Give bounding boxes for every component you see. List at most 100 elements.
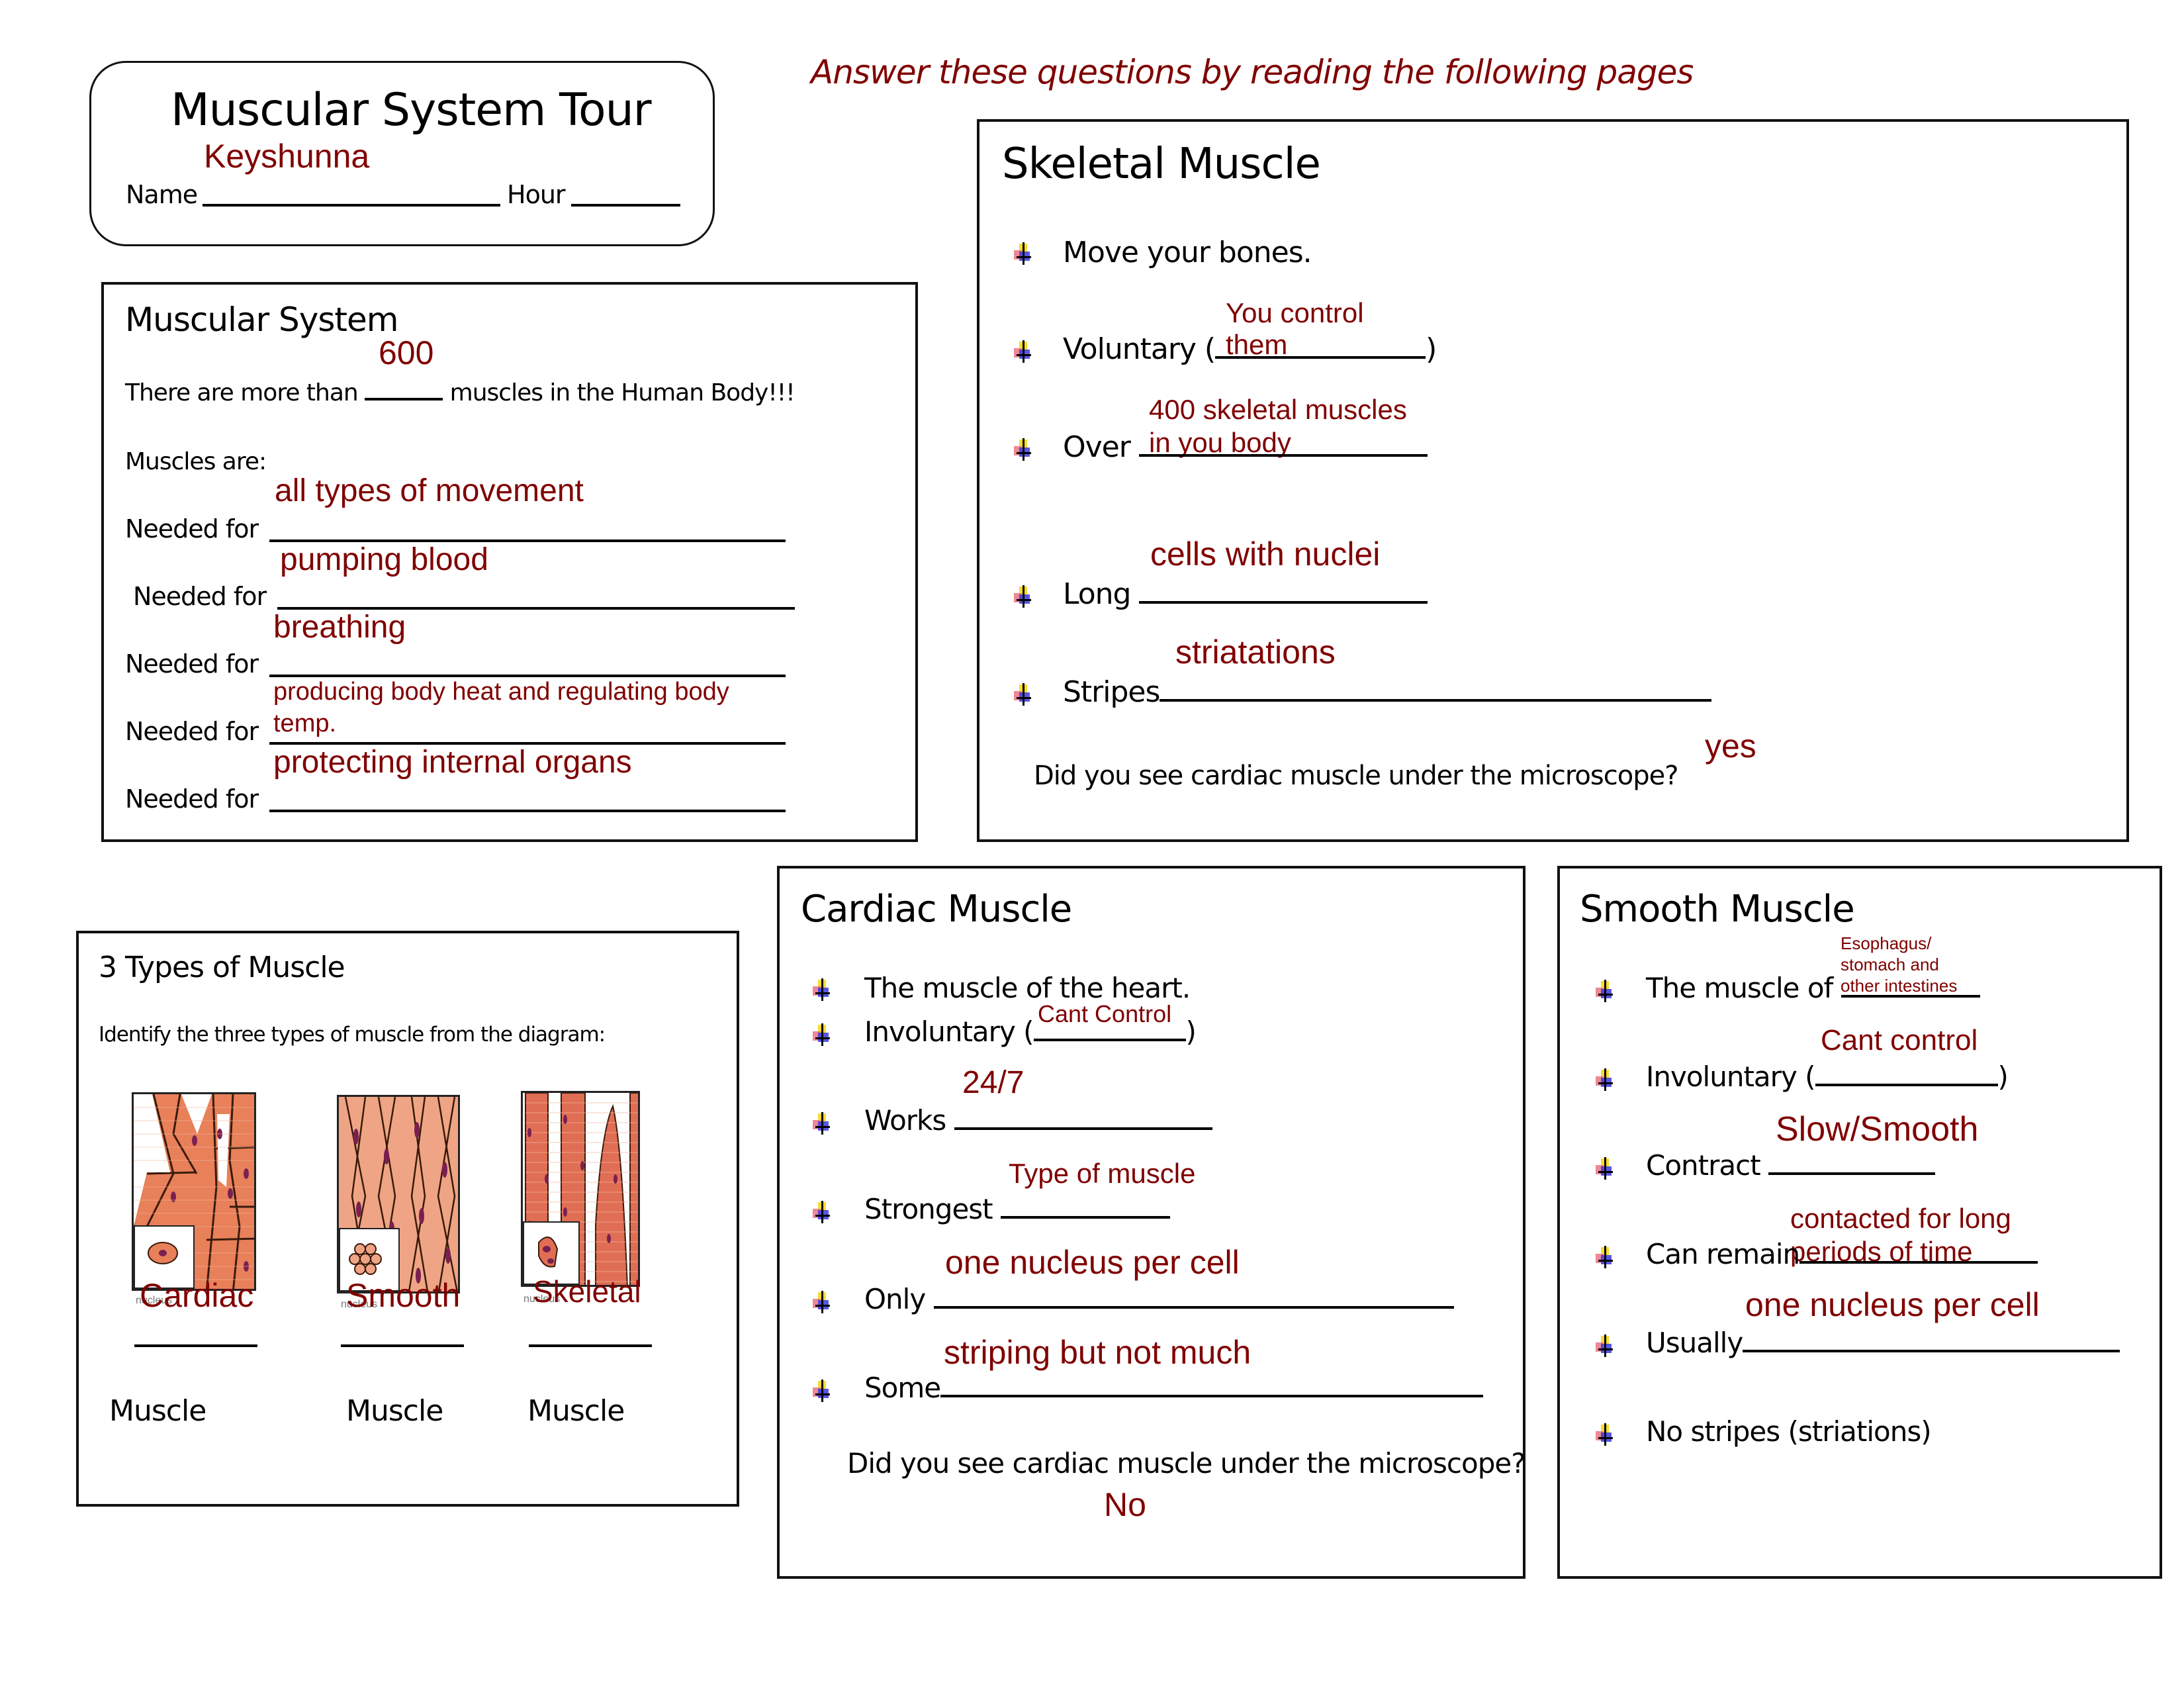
bullet-icon — [1014, 683, 1032, 706]
cardiac-muscle-section: Cardiac Muscle The muscle of the heart. … — [777, 866, 1525, 1579]
needed-for-answer[interactable]: protecting internal organs — [273, 747, 632, 778]
skeletal-item: Stripes — [1063, 675, 1712, 709]
type-answer-smooth[interactable]: Smooth — [346, 1279, 460, 1312]
microscope-question: Did you see cardiac muscle under the mic… — [1034, 761, 1678, 791]
voluntary-blank[interactable] — [1215, 355, 1426, 359]
contract-label: Contract — [1646, 1149, 1761, 1182]
needed-for-label: Needed for — [133, 582, 267, 611]
bullet-icon — [813, 1380, 831, 1402]
needed-for-label: Needed for — [125, 649, 259, 679]
name-field[interactable] — [203, 203, 500, 207]
some-answer[interactable]: striping but not much — [944, 1336, 1251, 1369]
needed-for-blank[interactable] — [269, 674, 786, 677]
skeletal-item: Voluntary () — [1063, 332, 1437, 366]
can-remain-blank[interactable] — [1799, 1260, 2038, 1264]
usually-blank[interactable] — [1743, 1349, 2120, 1352]
bullet-icon — [813, 1201, 831, 1223]
smooth-involuntary-answer[interactable]: Cant control — [1821, 1026, 1978, 1055]
title-box: Muscular System Tour Keyshunna Name Hour — [89, 61, 715, 246]
needed-for-answer[interactable]: breathing — [273, 612, 406, 643]
bullet-icon — [813, 1291, 831, 1313]
microscope-answer[interactable]: yes — [1705, 729, 1756, 763]
type-blank-cardiac[interactable] — [134, 1344, 257, 1347]
works-blank[interactable] — [954, 1127, 1212, 1130]
over-answer[interactable]: 400 skeletal muscles — [1149, 396, 1407, 424]
involuntary-blank[interactable] — [1033, 1038, 1186, 1041]
voluntary-close: ) — [1426, 332, 1437, 366]
bullet-icon — [813, 978, 831, 1001]
stripes-blank[interactable] — [1160, 698, 1712, 702]
needed-for-label: Needed for — [125, 514, 259, 543]
type-answer-cardiac[interactable]: Cardiac — [140, 1279, 253, 1312]
usually-label: Usually — [1646, 1327, 1743, 1359]
muscles-are-label: Muscles are: — [125, 448, 267, 475]
bullet-icon — [1596, 1246, 1614, 1268]
needed-for-answer[interactable]: producing body heat and regulating body — [273, 679, 729, 704]
involuntary-close: ) — [1185, 1015, 1197, 1048]
bullet-icon — [1014, 585, 1032, 608]
long-label: Long — [1063, 577, 1131, 611]
worksheet-title: Muscular System Tour — [171, 84, 652, 136]
voluntary-answer[interactable]: You control — [1226, 299, 1364, 327]
can-remain-answer[interactable]: contacted for long — [1790, 1205, 2011, 1233]
stripes-answer[interactable]: striatations — [1175, 635, 1336, 669]
skeletal-muscle-diagram — [521, 1091, 640, 1287]
smooth-item: Involuntary () — [1646, 1060, 2009, 1093]
long-answer[interactable]: cells with nuclei — [1150, 538, 1380, 571]
hour-field[interactable] — [571, 203, 680, 207]
contract-answer[interactable]: Slow/Smooth — [1776, 1112, 1978, 1147]
long-blank[interactable] — [1139, 600, 1428, 604]
cardiac-muscle-diagram — [132, 1092, 256, 1291]
cardiac-item: Only — [864, 1286, 1454, 1313]
count-prefix: There are more than — [125, 379, 359, 406]
section-heading: Skeletal Muscle — [1002, 140, 1321, 189]
only-label: Only — [864, 1283, 926, 1315]
strongest-blank[interactable] — [1001, 1215, 1170, 1219]
can-remain-label: Can remain — [1646, 1238, 1800, 1270]
section-heading: Smooth Muscle — [1580, 888, 1855, 931]
bullet-icon — [1596, 1423, 1614, 1446]
over-blank[interactable] — [1138, 453, 1428, 457]
smooth-item: Usually — [1646, 1329, 2120, 1357]
needed-for-answer-cont[interactable]: temp. — [273, 711, 336, 736]
usually-answer[interactable]: one nucleus per cell — [1745, 1288, 2040, 1321]
strongest-answer[interactable]: Type of muscle — [1009, 1160, 1195, 1188]
muscle-of-label: The muscle of — [1646, 972, 1833, 1004]
muscle-of-blank[interactable] — [1841, 994, 1980, 998]
microscope-answer[interactable]: No — [1104, 1488, 1146, 1521]
count-blank[interactable] — [365, 397, 443, 400]
type-answer-skeletal[interactable]: Skeletal — [533, 1276, 641, 1307]
smooth-item: Can remain — [1646, 1241, 2038, 1268]
type-blank-smooth[interactable] — [341, 1344, 464, 1347]
some-blank[interactable] — [940, 1394, 1484, 1397]
muscle-of-answer[interactable]: Esophagus/ — [1841, 935, 1931, 952]
needed-for-answer[interactable]: pumping blood — [280, 544, 488, 576]
bullet-icon — [813, 1112, 831, 1135]
involuntary-blank[interactable] — [1815, 1083, 1998, 1086]
muscle-count-answer[interactable]: 600 — [379, 336, 433, 369]
bullet-icon — [813, 1023, 831, 1046]
hour-label: Hour — [507, 180, 566, 209]
cardiac-item: Involuntary () — [864, 1015, 1197, 1048]
type-blank-skeletal[interactable] — [529, 1344, 652, 1347]
stripes-label: Stripes — [1063, 675, 1160, 709]
involuntary-label: Involuntary ( — [1646, 1060, 1816, 1093]
name-label: Name — [126, 180, 198, 209]
contract-blank[interactable] — [1768, 1172, 1936, 1175]
name-answer[interactable]: Keyshunna — [204, 140, 369, 173]
section-heading: Cardiac Muscle — [801, 888, 1072, 931]
smooth-muscle-section: Smooth Muscle Esophagus/ stomach and oth… — [1557, 866, 2162, 1579]
works-answer[interactable]: 24/7 — [962, 1067, 1024, 1099]
skeletal-item: Move your bones. — [1063, 236, 1312, 269]
bullet-icon — [1596, 1335, 1614, 1357]
only-blank[interactable] — [933, 1305, 1454, 1309]
bullet-icon — [1014, 438, 1032, 461]
muscle-of-answer-cont[interactable]: stomach and — [1841, 956, 1939, 973]
only-answer[interactable]: one nucleus per cell — [945, 1246, 1240, 1279]
needed-for-blank[interactable] — [269, 809, 786, 812]
needed-for-answer[interactable]: all types of movement — [275, 475, 584, 507]
microscope-question: Did you see cardiac muscle under the mic… — [847, 1447, 1525, 1479]
involuntary-label: Involuntary ( — [864, 1015, 1034, 1048]
bullet-icon — [1596, 980, 1614, 1002]
smooth-item: Contract — [1646, 1149, 1936, 1182]
